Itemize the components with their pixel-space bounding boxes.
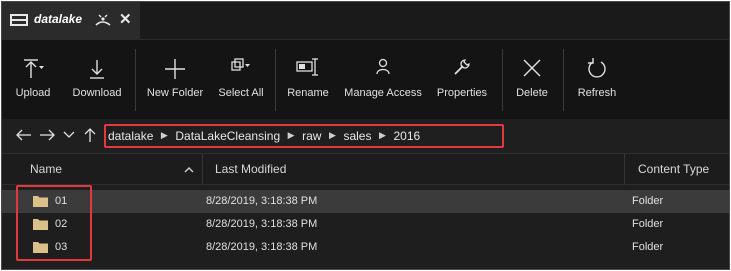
file-list: 01 8/28/2019, 3:18:38 PM Folder 02 8/28/…	[2, 185, 729, 269]
tab-bar: datalake ✕	[2, 2, 729, 39]
row-name: 01	[55, 195, 68, 207]
row-content-type: Folder	[632, 218, 664, 230]
column-header-row: Name Last Modified Content Type	[2, 153, 729, 185]
row-name: 03	[55, 241, 68, 253]
download-label: Download	[72, 87, 122, 99]
storage-drive-icon	[10, 14, 28, 26]
breadcrumb-separator-icon[interactable]: ▶	[155, 130, 173, 141]
tab-title: datalake	[34, 12, 83, 26]
column-header-name-label: Name	[30, 162, 63, 176]
breadcrumb-separator-icon[interactable]: ▶	[373, 130, 391, 141]
breadcrumb: datalake ▶ DataLakeCleansing ▶ raw ▶ sal…	[106, 125, 422, 146]
select-all-icon	[231, 58, 250, 71]
properties-button[interactable]: Properties	[432, 40, 492, 120]
x-icon	[523, 59, 541, 77]
rename-icon	[296, 58, 318, 76]
breadcrumb-item-2016[interactable]: 2016	[391, 129, 422, 143]
column-header-last-modified[interactable]: Last Modified	[202, 154, 624, 185]
new-folder-button[interactable]: New Folder	[143, 40, 207, 120]
select-all-label: Select All	[218, 87, 264, 99]
table-row[interactable]: 03 8/28/2019, 3:18:38 PM Folder	[2, 236, 729, 259]
toolbar-separator	[502, 49, 503, 111]
toolbar-separator	[563, 49, 564, 111]
upload-icon	[24, 59, 44, 78]
upload-button[interactable]: Upload	[8, 40, 58, 120]
manage-access-button[interactable]: Manage Access	[339, 40, 427, 120]
upload-label: Upload	[15, 87, 51, 99]
forward-arrow-icon[interactable]	[39, 127, 55, 143]
toolbar: Upload Download New Folder Select All Re…	[2, 39, 729, 119]
up-arrow-icon[interactable]	[83, 127, 97, 143]
address-bar: datalake ▶ DataLakeCleansing ▶ raw ▶ sal…	[2, 119, 729, 153]
select-all-button[interactable]: Select All	[212, 40, 270, 120]
download-icon	[90, 60, 104, 79]
breadcrumb-item-datalake[interactable]: datalake	[106, 129, 155, 143]
folder-icon	[33, 219, 48, 230]
breadcrumb-item-raw[interactable]: raw	[300, 129, 323, 143]
breadcrumb-separator-icon[interactable]: ▶	[323, 130, 341, 141]
breadcrumb-item-datalakecleansing[interactable]: DataLakeCleansing	[173, 129, 282, 143]
row-content-type: Folder	[632, 241, 664, 253]
toolbar-separator	[275, 49, 276, 111]
activity-indicator-icon	[95, 14, 111, 26]
row-name: 02	[55, 218, 68, 230]
back-arrow-icon[interactable]	[16, 127, 32, 143]
row-last-modified: 8/28/2019, 3:18:38 PM	[206, 195, 318, 207]
row-content-type: Folder	[632, 195, 664, 207]
wrench-icon	[454, 59, 470, 75]
row-last-modified: 8/28/2019, 3:18:38 PM	[206, 218, 318, 230]
refresh-label: Refresh	[577, 87, 617, 99]
column-header-content-type-label: Content Type	[638, 162, 710, 176]
manage-access-label: Manage Access	[344, 87, 422, 99]
column-header-name[interactable]: Name	[2, 154, 202, 185]
download-button[interactable]: Download	[68, 40, 126, 120]
column-header-content-type[interactable]: Content Type	[624, 154, 729, 185]
delete-label: Delete	[516, 87, 548, 99]
tab-datalake[interactable]: datalake ✕	[2, 2, 140, 39]
plus-icon	[165, 59, 185, 79]
properties-label: Properties	[436, 87, 488, 99]
breadcrumb-item-sales[interactable]: sales	[341, 129, 373, 143]
toolbar-separator	[135, 49, 136, 111]
tab-close-icon[interactable]: ✕	[119, 12, 132, 28]
column-header-last-modified-label: Last Modified	[215, 162, 287, 176]
table-row[interactable]: 01 8/28/2019, 3:18:38 PM Folder	[2, 190, 729, 213]
person-icon	[376, 58, 390, 75]
rename-label: Rename	[287, 87, 329, 99]
sort-ascending-icon[interactable]	[184, 166, 194, 173]
refresh-button[interactable]: Refresh	[571, 40, 623, 120]
row-last-modified: 8/28/2019, 3:18:38 PM	[206, 241, 318, 253]
refresh-icon	[588, 58, 606, 78]
delete-button[interactable]: Delete	[509, 40, 555, 120]
folder-icon	[33, 196, 48, 207]
table-row[interactable]: 02 8/28/2019, 3:18:38 PM Folder	[2, 213, 729, 236]
folder-icon	[33, 242, 48, 253]
new-folder-label: New Folder	[146, 87, 204, 99]
rename-button[interactable]: Rename	[282, 40, 334, 120]
breadcrumb-separator-icon[interactable]: ▶	[282, 130, 300, 141]
chevron-down-icon[interactable]	[62, 127, 76, 143]
storage-explorer-window: datalake ✕ Upload Download New Folder Se…	[1, 1, 730, 270]
